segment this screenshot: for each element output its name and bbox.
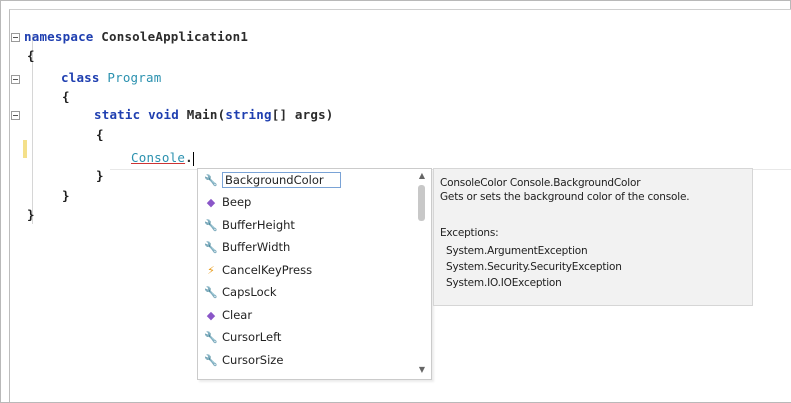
list-item[interactable]: ◆ Clear — [198, 304, 404, 326]
list-item-label: BufferHeight — [222, 218, 295, 232]
property-wrench-icon: 🔧 — [204, 353, 218, 367]
list-item[interactable]: 🔧 CapsLock — [198, 281, 404, 303]
property-wrench-icon: 🔧 — [204, 218, 218, 232]
code-line-brace: { — [96, 127, 104, 142]
code-line-brace: } — [27, 207, 35, 222]
code-line-main: static void Main(string[] args) — [94, 107, 334, 122]
list-item-label: CapsLock — [222, 285, 277, 299]
tooltip-description: Gets or sets the background color of the… — [440, 191, 690, 203]
list-item-label: BackgroundColor — [222, 172, 341, 188]
tooltip-signature: ConsoleColor Console.BackgroundColor — [440, 177, 641, 189]
property-wrench-icon: 🔧 — [204, 285, 218, 299]
code-line-brace: { — [62, 89, 70, 104]
tooltip-exception: System.IO.IOException — [446, 277, 562, 289]
class-name: Program — [107, 70, 162, 85]
list-item-label: Clear — [222, 308, 253, 322]
tooltip-exception: System.ArgumentException — [446, 245, 588, 257]
typed-identifier: Console — [131, 150, 186, 165]
list-item-label: Beep — [222, 195, 252, 209]
code-line-class: class Program — [61, 70, 161, 85]
intellisense-list[interactable]: 🔧 BackgroundColor ◆ Beep 🔧 BufferHeight … — [197, 168, 432, 380]
event-lightning-icon: ⚡ — [207, 263, 215, 277]
collapse-class-icon[interactable] — [11, 75, 20, 84]
scroll-thumb[interactable] — [418, 185, 425, 221]
list-item[interactable]: 🔧 BackgroundColor — [198, 169, 404, 191]
list-item-label: CancelKeyPress — [222, 263, 313, 277]
keyword: namespace — [24, 29, 94, 44]
code-line-typing[interactable]: Console. — [131, 150, 194, 166]
list-item[interactable]: 🔧 CursorSize — [198, 349, 404, 371]
tooltip-exception: System.Security.SecurityException — [446, 261, 622, 273]
namespace-name: ConsoleApplication1 — [101, 29, 249, 44]
list-item[interactable]: ◆ Beep — [198, 191, 404, 213]
method-name: Main( — [186, 107, 226, 122]
list-item-label: CursorLeft — [222, 330, 282, 344]
scroll-down-arrow-icon[interactable]: ▼ — [417, 365, 427, 375]
list-item-label: BufferWidth — [222, 240, 291, 254]
code-line-namespace: namespace ConsoleApplication1 — [24, 29, 248, 44]
list-item[interactable]: 🔧 BufferWidth — [198, 236, 404, 258]
list-item[interactable]: 🔧 BufferHeight — [198, 214, 404, 236]
code-line-brace: } — [62, 188, 70, 203]
keyword: static void — [94, 107, 179, 122]
list-item[interactable]: ⚡ CancelKeyPress — [198, 259, 404, 281]
list-scrollbar[interactable]: ▲ ▼ — [415, 171, 429, 375]
collapse-method-icon[interactable] — [11, 111, 20, 120]
quickinfo-tooltip: ConsoleColor Console.BackgroundColor Get… — [433, 168, 753, 306]
method-icon: ◆ — [206, 308, 216, 322]
changed-line-marker — [23, 140, 27, 158]
code-line-brace: { — [27, 48, 35, 63]
method-icon: ◆ — [206, 195, 216, 209]
keyword: string — [225, 107, 272, 122]
typed-dot: . — [185, 150, 193, 165]
property-wrench-icon: 🔧 — [204, 240, 218, 254]
list-item-label: CursorSize — [222, 353, 284, 367]
keyword: class — [61, 70, 100, 85]
property-wrench-icon: 🔧 — [204, 330, 218, 344]
scroll-up-arrow-icon[interactable]: ▲ — [417, 171, 427, 181]
list-item[interactable]: 🔧 CursorLeft — [198, 326, 404, 348]
text-caret — [192, 151, 194, 166]
collapse-namespace-icon[interactable] — [11, 33, 20, 42]
param: [] args) — [271, 107, 334, 122]
tooltip-exceptions-header: Exceptions: — [440, 227, 499, 239]
code-line-brace: } — [96, 168, 104, 183]
property-wrench-icon: 🔧 — [204, 173, 218, 187]
